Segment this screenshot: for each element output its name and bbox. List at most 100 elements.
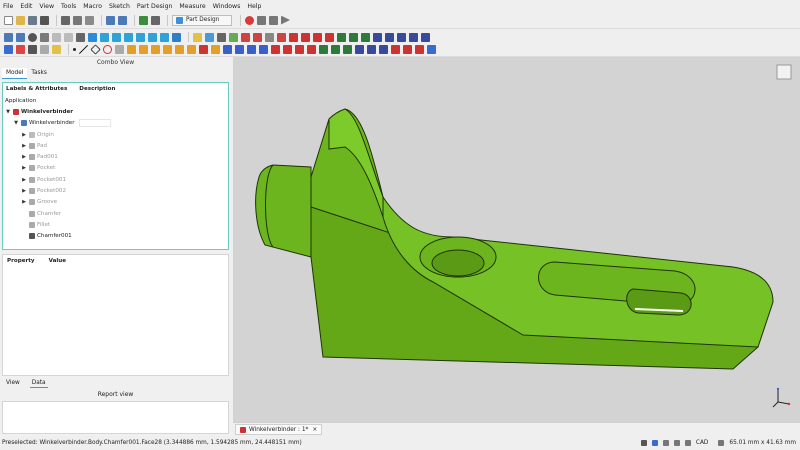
clipping-icon[interactable] [16, 44, 25, 54]
collapsed-arrow-icon[interactable]: ▶ [21, 165, 27, 171]
chamfer-icon[interactable] [343, 44, 352, 54]
local-cs-icon[interactable] [325, 32, 334, 42]
record-macro-icon[interactable] [245, 15, 254, 25]
whats-this-icon[interactable] [151, 15, 160, 25]
additive-helix-icon[interactable] [175, 44, 184, 54]
record-icon[interactable] [684, 440, 691, 446]
collapsed-arrow-icon[interactable]: ▶ [21, 188, 27, 194]
bounding-box-icon[interactable] [40, 32, 49, 42]
sketch-circle-icon[interactable] [115, 44, 124, 54]
axonometric-icon[interactable] [88, 32, 97, 42]
forward-icon[interactable] [64, 32, 73, 42]
menu-edit[interactable]: Edit [20, 3, 32, 10]
new-document-icon[interactable] [4, 15, 13, 25]
view-cube-icon[interactable] [776, 64, 792, 80]
std-view-icon[interactable] [4, 44, 13, 54]
tree-header-labels[interactable]: Labels & Attributes [6, 86, 67, 92]
datum-plane-icon[interactable] [313, 32, 322, 42]
clone-icon[interactable] [361, 32, 370, 42]
selection-icon[interactable] [28, 44, 37, 54]
tree-row-pocket[interactable]: ▶ Pocket [3, 163, 228, 174]
additive-loft-icon[interactable] [151, 44, 160, 54]
copy-icon[interactable] [73, 15, 82, 25]
tree-row-pad001[interactable]: ▶ Pad001 [3, 151, 228, 162]
create-part-icon[interactable] [193, 32, 202, 42]
additive-primitive-icon[interactable] [187, 44, 196, 54]
mirrored-icon[interactable] [283, 44, 292, 54]
helix-icon[interactable] [421, 32, 430, 42]
loft-icon[interactable] [397, 32, 406, 42]
tab-model[interactable]: Model [2, 68, 28, 79]
back-icon[interactable] [52, 32, 61, 42]
pad-icon[interactable] [373, 32, 382, 42]
revolve-feature-icon[interactable] [139, 44, 148, 54]
close-icon[interactable]: × [312, 427, 317, 433]
property-header-value[interactable]: Value [49, 258, 67, 264]
menu-view[interactable]: View [39, 3, 54, 10]
collapsed-arrow-icon[interactable]: ▶ [21, 143, 27, 149]
sketch-polyline-icon[interactable] [90, 43, 101, 55]
shape-binder-icon[interactable] [337, 32, 346, 42]
pocket-icon[interactable] [199, 44, 208, 54]
attach-sketch-icon[interactable] [253, 32, 262, 42]
subshape-binder-icon[interactable] [349, 32, 358, 42]
validate-sketch-icon[interactable] [265, 32, 274, 42]
thickness-icon[interactable] [367, 44, 376, 54]
tree-row-pocket001[interactable]: ▶ Pocket001 [3, 174, 228, 185]
navigation-style[interactable]: CAD [696, 440, 708, 446]
sketch-icon[interactable] [241, 32, 250, 42]
tree-row-body[interactable]: ▼ Winkelverbinder [3, 118, 228, 129]
linear-pattern-icon[interactable] [295, 44, 304, 54]
tree-row-chamfer001[interactable]: Chamfer001 [3, 231, 228, 242]
create-body-icon[interactable] [205, 32, 214, 42]
tree-view-icon[interactable] [40, 44, 49, 54]
involute-gear-icon[interactable] [403, 44, 412, 54]
create-group-icon[interactable] [217, 32, 226, 42]
tab-view[interactable]: View [4, 379, 22, 387]
grid-icon[interactable] [640, 440, 647, 446]
cylinder-boss[interactable] [255, 164, 312, 258]
draft-icon[interactable] [355, 44, 364, 54]
menu-part-design[interactable]: Part Design [137, 3, 173, 10]
document-tab[interactable]: Winkelverbinder : 1* × [235, 424, 323, 435]
tree-row-pocket002[interactable]: ▶ Pocket002 [3, 185, 228, 196]
menu-macro[interactable]: Macro [83, 3, 102, 10]
tree-row-fillet[interactable]: Fillet [3, 219, 228, 230]
rear-view-icon[interactable] [136, 32, 145, 42]
camera-icon[interactable] [662, 440, 669, 446]
tree-collapse-icon[interactable] [52, 44, 61, 54]
draw-style-icon[interactable] [28, 32, 37, 42]
multi-transform-icon[interactable] [319, 44, 328, 54]
create-link-icon[interactable] [229, 32, 238, 42]
expanded-arrow-icon[interactable]: ▼ [13, 120, 19, 126]
tree-row-origin[interactable]: ▶ Origin [3, 129, 228, 140]
edit-sketch-icon[interactable] [277, 32, 286, 42]
fit-selection-icon[interactable] [16, 32, 25, 42]
cut-icon[interactable] [61, 15, 70, 25]
undo-icon[interactable] [106, 15, 115, 25]
menu-windows[interactable]: Windows [213, 3, 241, 10]
counterbore-inner[interactable] [431, 249, 485, 277]
boolean-icon[interactable] [379, 44, 388, 54]
right-view-icon[interactable] [124, 32, 133, 42]
tree-header-description[interactable]: Description [79, 86, 115, 92]
menu-measure[interactable]: Measure [179, 3, 205, 10]
sketch-line-icon[interactable] [79, 44, 88, 54]
save-icon[interactable] [28, 15, 37, 25]
collapsed-arrow-icon[interactable]: ▶ [21, 154, 27, 160]
execute-macro-icon[interactable] [281, 15, 290, 25]
tab-data[interactable]: Data [29, 379, 48, 388]
fillet-icon[interactable] [331, 44, 340, 54]
lock-icon[interactable] [651, 440, 658, 446]
additive-pipe-icon[interactable] [163, 44, 172, 54]
subtractive-helix-icon[interactable] [259, 44, 268, 54]
subtractive-loft-icon[interactable] [235, 44, 244, 54]
measure-icon[interactable] [172, 32, 181, 42]
menu-file[interactable]: File [3, 3, 13, 10]
redo-icon[interactable] [118, 15, 127, 25]
report-view-output[interactable] [2, 401, 229, 434]
zoom-icon[interactable] [673, 440, 680, 446]
menu-sketch[interactable]: Sketch [109, 3, 130, 10]
shaft-wizard-icon[interactable] [415, 44, 424, 54]
measure-linear-icon[interactable] [427, 44, 436, 54]
